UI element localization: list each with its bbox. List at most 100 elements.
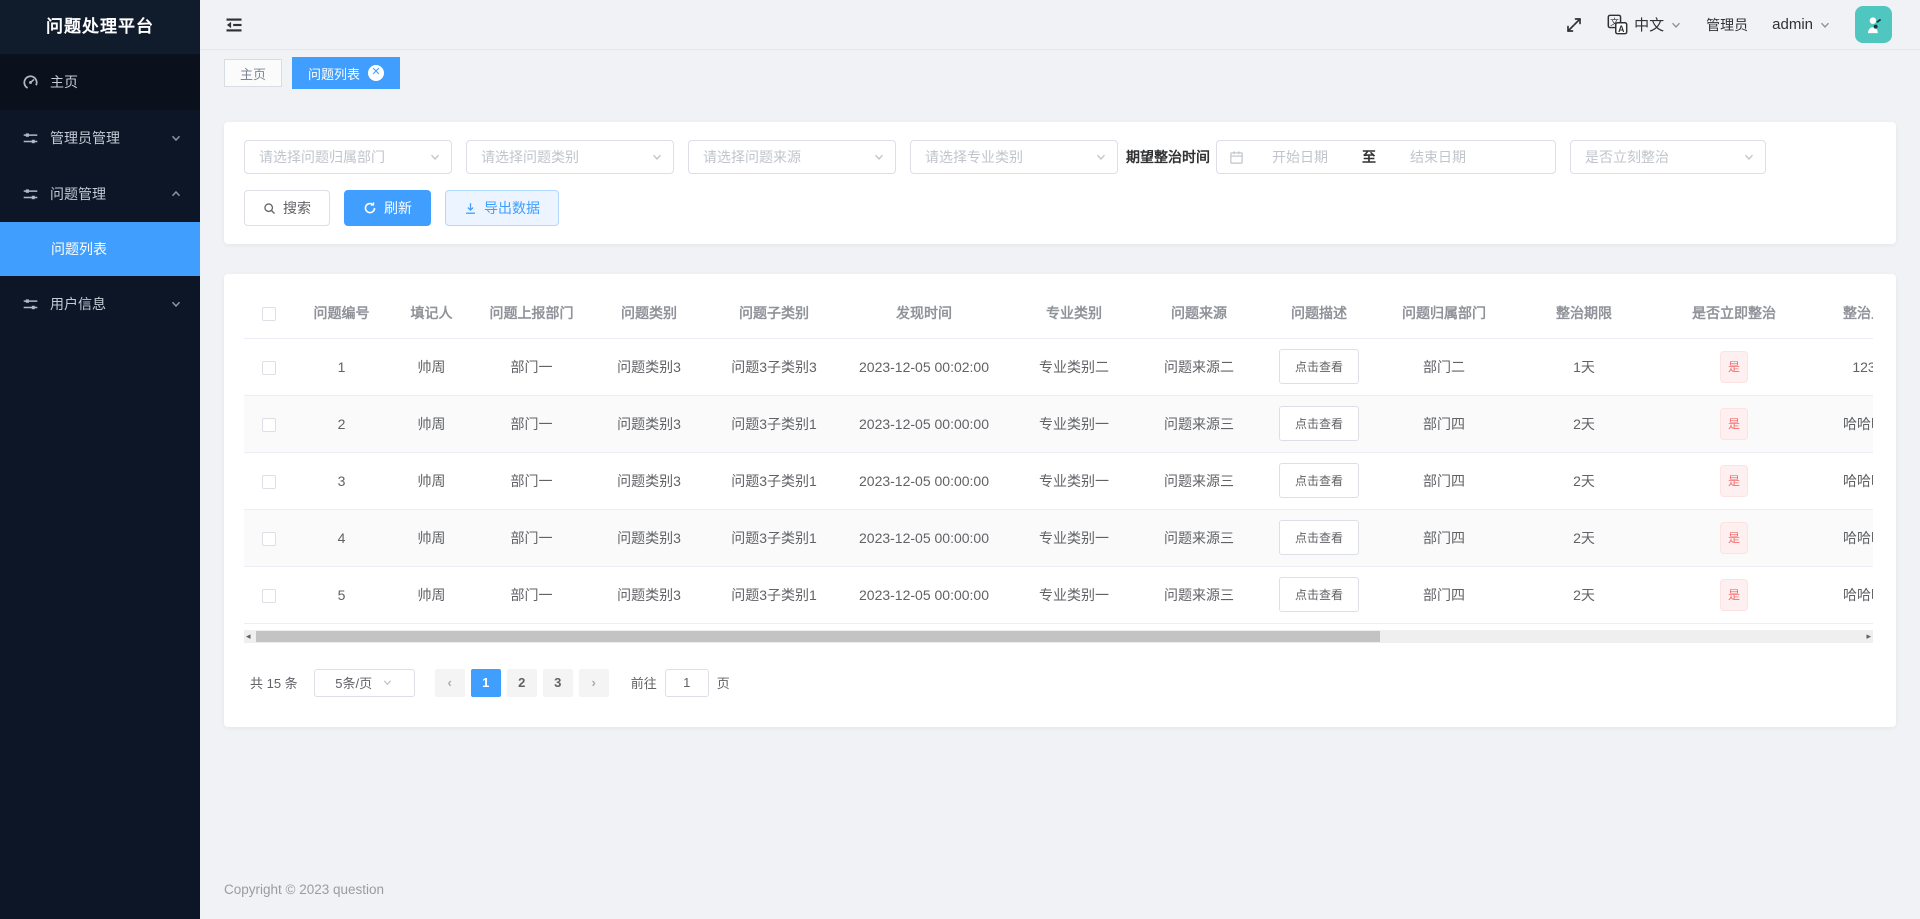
language-switcher[interactable]: 文A 中文 [1607,14,1682,35]
page-size-select[interactable]: 5条/页 [313,668,415,697]
cell-subcategory: 问题3子类别1 [709,452,839,510]
date-end-input[interactable] [1386,149,1490,165]
translate-icon: 文A [1607,14,1628,35]
cell-source: 问题来源三 [1139,566,1259,624]
cell-belong_dept: 部门四 [1379,509,1509,567]
cell-checkbox [244,395,294,453]
cell-report_dept: 部门一 [474,509,589,567]
cell-id: 2 [294,395,389,453]
row-checkbox[interactable] [262,417,276,432]
major-category-filter-select[interactable]: 请选择专业类别 [910,140,1118,174]
row-checkbox[interactable] [262,588,276,603]
row-checkbox[interactable] [262,360,276,375]
tab-主页[interactable]: 主页 [224,59,283,87]
sidebar-item-home[interactable]: 主页 [0,54,200,110]
cell-major: 专业类别一 [1009,395,1139,453]
cell-desc: 点击查看 [1259,566,1379,624]
view-description-button[interactable]: 点击查看 [1278,463,1359,498]
app-window: 问题处理平台 主页 管理员管理 问题管理 问题列表 用户信息 文A 中文 管理员… [0,0,1920,919]
cell-report_dept: 部门一 [474,452,589,510]
chevron-down-icon [170,298,182,310]
page-button-1[interactable]: 1 [470,668,501,697]
cell-desc: 点击查看 [1259,509,1379,567]
cell-deadline: 2天 [1509,566,1659,624]
view-description-button[interactable]: 点击查看 [1278,349,1359,384]
close-icon[interactable]: ✕ [368,65,385,81]
select-all-checkbox[interactable] [262,306,276,321]
table-row: 1 帅周 部门一 问题类别3 问题3子类别3 2023-12-05 00:02:00 专业类… [244,338,1873,396]
cell-source: 问题来源二 [1139,338,1259,396]
scrollbar-thumb[interactable] [256,630,1380,642]
sidebar-item-label: 问题列表 [51,241,107,257]
view-description-button[interactable]: 点击查看 [1278,520,1359,555]
cell-found_time: 2023-12-05 00:00:00 [839,452,1009,510]
cell-reporter: 帅周 [389,395,474,453]
select-placeholder: 请选择专业类别 [925,149,1023,165]
cell-report_dept: 部门一 [474,338,589,396]
language-label: 中文 [1634,17,1665,34]
prev-page-button[interactable]: ‹ [434,668,465,697]
cell-immediate: 是 [1659,452,1809,510]
issues-table: 问题编号 填记人 问题上报部门 问题类别 问题子类别 发现时间 专业类别 问题来源 问题描述 问题… [244,288,1873,624]
view-description-button[interactable]: 点击查看 [1278,577,1359,612]
chevron-down-icon [1096,154,1106,161]
cell-subcategory: 问题3子类别1 [709,509,839,567]
cell-deadline: 2天 [1509,452,1659,510]
sidebar-menu: 主页 管理员管理 问题管理问题列表用户信息 [0,54,200,332]
sidebar-item-issue-management[interactable]: 问题管理 [0,166,200,222]
page-button-2[interactable]: 2 [506,668,537,697]
row-checkbox[interactable] [262,531,276,546]
sidebar-item-label: 用户信息 [50,296,106,312]
column-header-id: 问题编号 [294,288,389,339]
column-header-person: 整治人 [1809,288,1873,339]
chevron-down-icon [652,154,662,161]
belong-dept-filter-select[interactable]: 请选择问题归属部门 [244,140,452,174]
goto-page-input[interactable] [664,668,709,697]
sidebar-item-user-info[interactable]: 用户信息 [0,276,200,332]
cell-id: 3 [294,452,389,510]
chevron-down-icon [430,154,440,161]
scroll-left-arrow[interactable]: ◂ [246,630,251,643]
cell-source: 问题来源三 [1139,452,1259,510]
cell-source: 问题来源三 [1139,509,1259,567]
immediate-badge: 是 [1719,521,1748,554]
refresh-button[interactable]: 刷新 [344,190,431,226]
cell-deadline: 2天 [1509,509,1659,567]
page-button-3[interactable]: 3 [542,668,573,697]
filter-row: 请选择问题归属部门 请选择问题类别 请选择问题来源 请选择专业类别 期望整治时间… [244,140,1876,174]
column-header-reporter: 填记人 [389,288,474,339]
avatar[interactable] [1855,6,1892,43]
cell-found_time: 2023-12-05 00:02:00 [839,338,1009,396]
scroll-right-arrow[interactable]: ▸ [1866,630,1871,643]
sidebar-item-issue-list[interactable]: 问题列表 [0,222,200,276]
cell-checkbox [244,509,294,567]
calendar-icon [1229,150,1244,165]
cell-person: 哈哈哈 [1809,395,1873,453]
immediate-badge: 是 [1719,350,1748,383]
date-range-picker[interactable]: 至 [1216,140,1556,174]
row-checkbox[interactable] [262,474,276,489]
chevron-down-icon [1819,19,1831,31]
horizontal-scrollbar[interactable]: ◂ ▸ [244,629,1873,643]
menu-fold-icon[interactable] [224,15,244,35]
column-header-belong_dept: 问题归属部门 [1379,288,1509,339]
immediate-filter-select[interactable]: 是否立刻整治 [1570,140,1766,174]
date-start-input[interactable] [1248,149,1352,165]
date-range-label: 期望整治时间 [1126,149,1210,165]
issue-source-filter-select[interactable]: 请选择问题来源 [688,140,896,174]
tab-label: 问题列表 [308,66,361,82]
table-row: 4 帅周 部门一 问题类别3 问题3子类别1 2023-12-05 00:00:00 专业类… [244,509,1873,567]
search-button[interactable]: 搜索 [244,190,330,226]
cell-deadline: 1天 [1509,338,1659,396]
cell-category: 问题类别3 [589,566,709,624]
pager: ‹ 1 2 3 › [434,668,609,697]
sidebar-item-admin-management[interactable]: 管理员管理 [0,110,200,166]
fullscreen-icon[interactable] [1565,16,1583,34]
issue-category-filter-select[interactable]: 请选择问题类别 [466,140,674,174]
export-data-button[interactable]: 导出数据 [445,190,559,226]
user-menu[interactable]: admin [1772,16,1831,33]
tab-问题列表[interactable]: 问题列表 ✕ [292,57,401,89]
view-description-button[interactable]: 点击查看 [1278,406,1359,441]
chevron-down-icon [383,680,392,686]
next-page-button[interactable]: › [578,668,609,697]
